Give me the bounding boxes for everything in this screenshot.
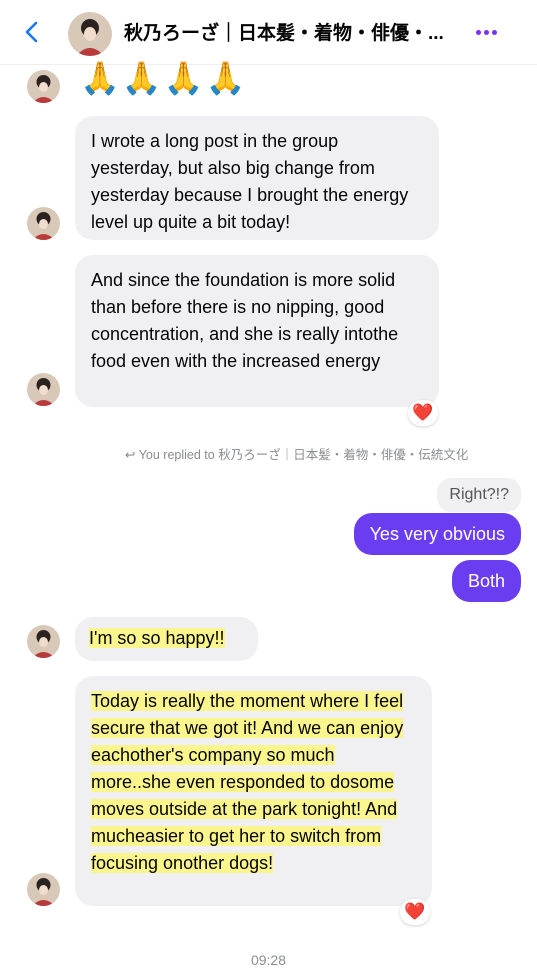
contact-avatar[interactable] bbox=[68, 12, 112, 56]
avatar bbox=[27, 207, 60, 240]
outgoing-message[interactable]: Both bbox=[451, 560, 521, 602]
outgoing-message[interactable]: Yes very obvious bbox=[353, 513, 521, 555]
back-arrow-icon[interactable] bbox=[20, 20, 44, 44]
replied-indicator: ↩︎ You replied to 秋乃ろーざ｜日本髪・着物・俳優・伝統文化 bbox=[125, 448, 469, 462]
highlighted-text: Today is really the moment where I feel … bbox=[91, 691, 404, 873]
contact-name[interactable]: 秋乃ろーざ｜日本髪・着物・俳優・... bbox=[124, 20, 469, 48]
more-options-icon[interactable] bbox=[476, 24, 498, 40]
incoming-message[interactable]: And since the foundation is more solid t… bbox=[75, 255, 439, 407]
emoji-message: 🙏🙏🙏🙏 bbox=[80, 60, 248, 96]
incoming-message[interactable]: Today is really the moment where I feel … bbox=[75, 676, 432, 906]
avatar bbox=[27, 70, 60, 103]
incoming-message[interactable]: I wrote a long post in the group yesterd… bbox=[75, 116, 439, 240]
highlighted-text: I'm so so happy!! bbox=[89, 628, 225, 648]
reply-icon: ↩︎ bbox=[125, 448, 139, 462]
quoted-message[interactable]: Right?!? bbox=[437, 478, 521, 512]
heart-reaction[interactable]: ❤️ bbox=[400, 899, 430, 925]
timestamp: 09:28 bbox=[250, 952, 287, 968]
avatar bbox=[27, 625, 60, 658]
heart-reaction[interactable]: ❤️ bbox=[408, 400, 438, 426]
chat-header: 秋乃ろーざ｜日本髪・着物・俳優・... bbox=[0, 0, 537, 65]
avatar bbox=[27, 373, 60, 406]
incoming-message[interactable]: I'm so so happy!! bbox=[75, 617, 258, 661]
avatar bbox=[27, 873, 60, 906]
